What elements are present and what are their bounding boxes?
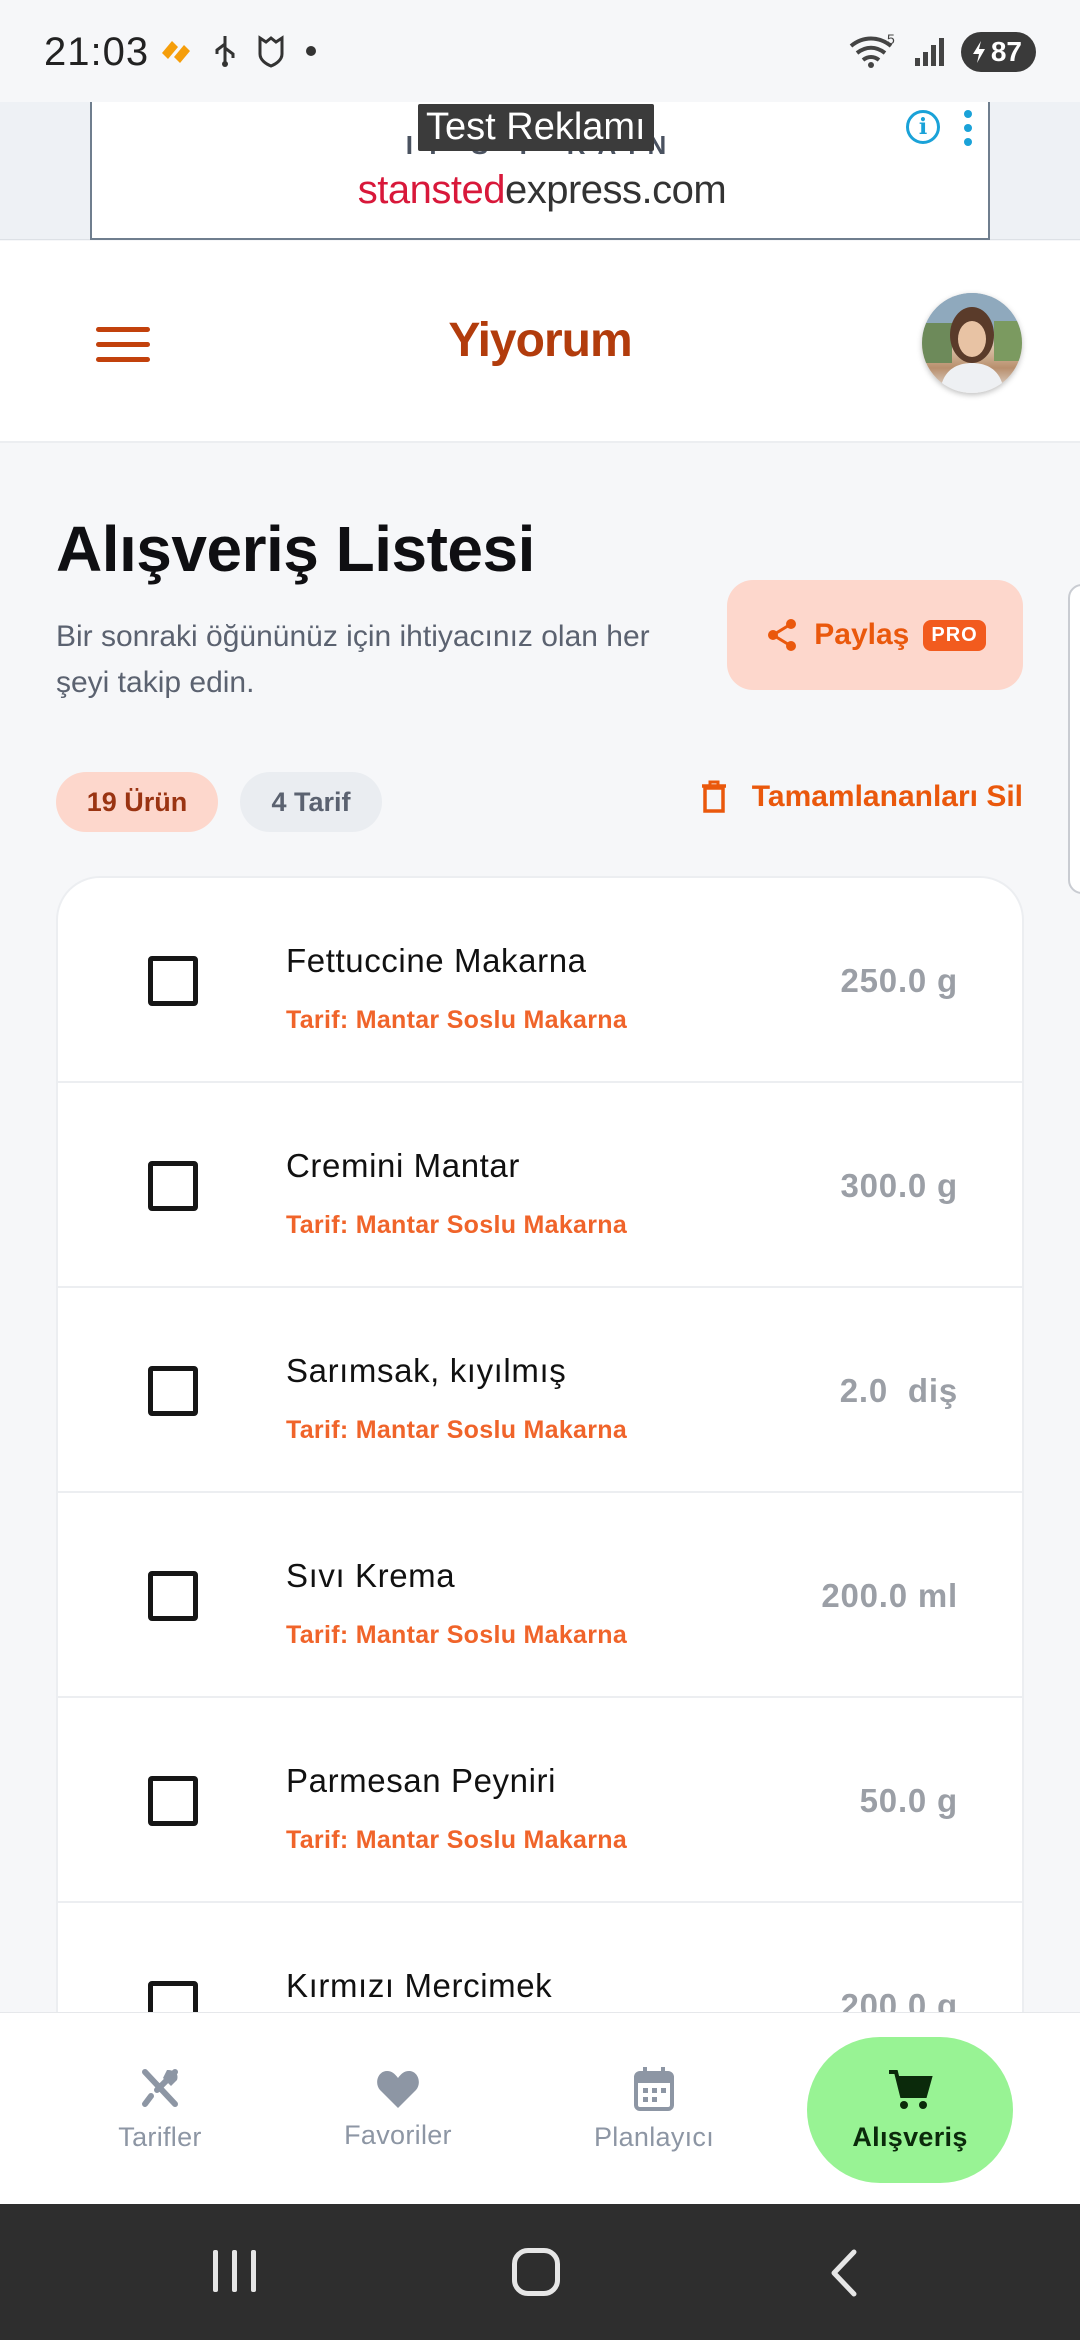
- nav-planner-label: Planlayıcı: [593, 2121, 715, 2152]
- list-item: Kırmızı Mercimek 200.0 g: [58, 1903, 1022, 2014]
- item-checkbox[interactable]: [148, 1981, 198, 2014]
- item-quantity: 200.0 ml: [821, 1577, 958, 1614]
- item-recipe: Tarif: Mantar Soslu Makarna: [286, 1211, 628, 1239]
- battery-indicator: 87: [960, 32, 1036, 72]
- item-quantity: 250.0 g: [840, 962, 958, 999]
- home-button[interactable]: [512, 2248, 560, 2296]
- nav-recipes[interactable]: Tarifler: [80, 2013, 240, 2205]
- ad-more-icon[interactable]: [964, 110, 974, 152]
- nav-shopping[interactable]: Alışveriş: [807, 2037, 1013, 2183]
- back-button[interactable]: [828, 2248, 858, 2298]
- status-system-icons: 5 87: [847, 32, 1036, 72]
- item-quantity: 300.0 g: [840, 1167, 958, 1204]
- item-recipe: Tarif: Mantar Soslu Makarna: [286, 1006, 628, 1034]
- signal-icon: [914, 38, 944, 66]
- list-item: Sarımsak, kıyılmış Tarif: Mantar Soslu M…: [58, 1288, 1022, 1493]
- item-checkbox[interactable]: [148, 1571, 198, 1621]
- list-item: Parmesan Peyniri Tarif: Mantar Soslu Mak…: [58, 1698, 1022, 1903]
- shopping-list: Fettuccine Makarna Tarif: Mantar Soslu M…: [56, 876, 1024, 2016]
- nav-recipes-label: Tarifler: [118, 2121, 202, 2152]
- item-checkbox[interactable]: [148, 1161, 198, 1211]
- items-count-chip: 19 Ürün: [56, 772, 218, 832]
- trash-icon: [701, 780, 726, 813]
- nav-shopping-label: Alışveriş: [852, 2121, 968, 2152]
- page-title: Alışveriş Listesi: [56, 513, 535, 585]
- pro-badge: PRO: [923, 619, 986, 651]
- item-name: Cremini Mantar: [286, 1147, 520, 1184]
- test-ad-label: Test Reklamı: [418, 104, 654, 151]
- cart-icon: [889, 2069, 933, 2109]
- app-header: Yiyorum: [0, 241, 1080, 443]
- page-subtitle: Bir sonraki öğününüz için ihtiyacınız ol…: [56, 620, 650, 699]
- side-drawer-handle[interactable]: [1068, 584, 1080, 894]
- status-notification-icons: [158, 34, 318, 68]
- share-icon: [768, 619, 797, 651]
- avatar[interactable]: [922, 293, 1022, 393]
- utensils-icon: [142, 2068, 178, 2107]
- system-navigation-bar: [0, 2204, 1080, 2340]
- item-recipe: Tarif: Mantar Soslu Makarna: [286, 1826, 628, 1854]
- app-title: Yiyorum: [448, 314, 632, 367]
- ad-banner-area: IT'S F RAIN stanstedexpress.com Test Rek…: [0, 102, 1080, 240]
- ad-site-domain: express.com: [504, 168, 727, 212]
- wifi-5-label: 5: [887, 34, 895, 47]
- share-button[interactable]: Paylaş PRO: [727, 580, 1023, 690]
- ad-site-name: stanstedexpress.com: [92, 168, 988, 213]
- item-checkbox[interactable]: [148, 1366, 198, 1416]
- app-notification-icon: [162, 41, 190, 63]
- shield-app-icon: [258, 35, 284, 68]
- clear-completed-button[interactable]: Tamamlananları Sil: [700, 780, 1023, 814]
- bottom-navigation: Tarifler Favoriler Planlayıcı Alışveriş: [0, 2012, 1080, 2204]
- wifi-icon: 5: [849, 34, 895, 68]
- item-recipe: Tarif: Mantar Soslu Makarna: [286, 1416, 628, 1444]
- item-name: Sıvı Krema: [286, 1557, 456, 1594]
- list-item: Cremini Mantar Tarif: Mantar Soslu Makar…: [58, 1083, 1022, 1288]
- calendar-icon: [634, 2066, 674, 2111]
- list-item: Sıvı Krema Tarif: Mantar Soslu Makarna 2…: [58, 1493, 1022, 1698]
- item-name: Kırmızı Mercimek: [286, 1967, 553, 2004]
- item-name: Sarımsak, kıyılmış: [286, 1352, 567, 1389]
- item-name: Fettuccine Makarna: [286, 942, 587, 979]
- item-name: Parmesan Peyniri: [286, 1762, 557, 1799]
- status-bar: 21:03 5 87: [0, 0, 1080, 102]
- ad-banner[interactable]: IT'S F RAIN stanstedexpress.com Test Rek…: [90, 102, 990, 240]
- list-item: Fettuccine Makarna Tarif: Mantar Soslu M…: [58, 878, 1022, 1083]
- nav-favorites-label: Favoriler: [344, 2119, 452, 2150]
- clear-completed-label: Tamamlananları Sil: [751, 780, 1023, 813]
- item-checkbox[interactable]: [148, 1776, 198, 1826]
- item-checkbox[interactable]: [148, 956, 198, 1006]
- usb-icon: [215, 36, 235, 67]
- nav-planner[interactable]: Planlayıcı: [574, 2013, 734, 2205]
- item-quantity: 50.0 g: [859, 1782, 958, 1819]
- share-label: Paylaş: [814, 618, 910, 651]
- avatar-photo: [922, 293, 1022, 393]
- item-quantity: 2.0 diş: [839, 1372, 958, 1409]
- charging-icon: [972, 41, 985, 63]
- dot-icon: [306, 46, 316, 56]
- nav-favorites[interactable]: Favoriler: [318, 2013, 478, 2205]
- ad-site-brand: stansted: [357, 168, 506, 212]
- ad-info-icon[interactable]: i: [906, 110, 940, 144]
- heart-icon: [377, 2070, 419, 2108]
- recents-button[interactable]: [213, 2250, 256, 2292]
- item-recipe: Tarif: Mantar Soslu Makarna: [286, 1621, 628, 1649]
- battery-level: 87: [990, 36, 1022, 67]
- recipes-count-chip: 4 Tarif: [240, 772, 382, 832]
- status-time: 21:03: [44, 30, 150, 74]
